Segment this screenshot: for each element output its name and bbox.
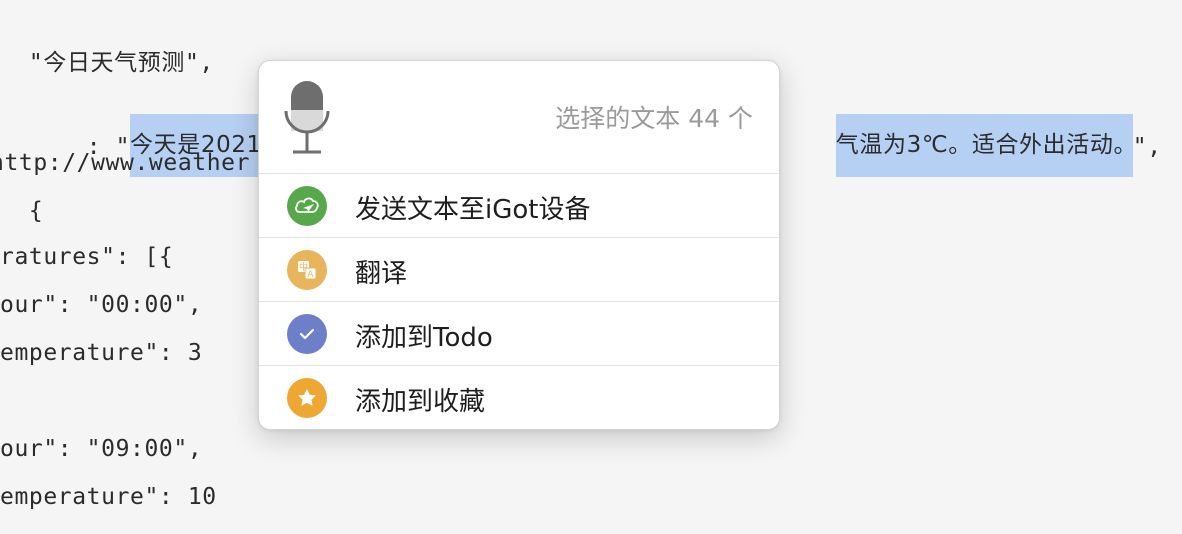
code-line: 气温为3℃。适合外出活动。", [778,99,1162,226]
menu-item-add-to-favorites[interactable]: 添加到收藏 [259,366,779,429]
text-action-popup: 选择的文本 44 个 发送文本至iGot设备 中 A 翻译 添加到Todo 添加… [258,60,780,430]
menu-item-label: 添加到收藏 [355,387,486,417]
code-line: emperature": 10 [0,484,217,510]
menu-item-label: 翻译 [355,259,408,289]
code-line: { [0,198,44,224]
menu-item-label: 发送文本至iGot设备 [355,195,591,225]
menu-item-translate[interactable]: 中 A 翻译 [259,238,779,301]
selected-text-count: 选择的文本 44 个 [555,104,753,133]
svg-text:A: A [307,270,314,280]
code-line-suffix: ", [1132,134,1162,160]
code-line: http://www.weather [0,150,251,176]
code-line: ratures": [{ [0,244,174,270]
star-icon [287,378,327,418]
selected-text[interactable]: 气温为3℃。适合外出活动。 [835,114,1136,177]
cloud-send-icon [287,186,327,226]
menu-item-label: 添加到Todo [355,323,493,353]
checkmark-icon [287,314,327,354]
code-line: our": "00:00", [0,292,203,318]
translate-icon: 中 A [287,250,327,290]
popup-header: 选择的文本 44 个 [259,61,779,173]
code-line: our": "09:00", [0,436,203,462]
menu-item-add-to-todo[interactable]: 添加到Todo [259,302,779,365]
microphone-icon[interactable] [283,79,331,157]
code-line: "今日天气预测", [0,50,214,76]
menu-item-send-to-igot[interactable]: 发送文本至iGot设备 [259,174,779,237]
code-line: emperature": 3 [0,340,203,366]
